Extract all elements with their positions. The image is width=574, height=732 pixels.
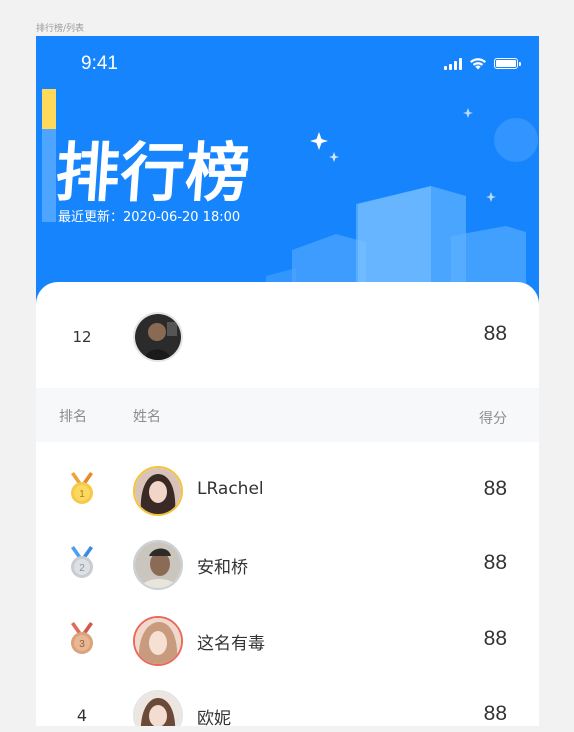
- avatar-image: [135, 542, 181, 588]
- player-score: 88: [483, 477, 507, 500]
- player-name: 安和桥: [197, 558, 248, 578]
- battery-icon: [494, 58, 521, 69]
- phone-screen: 9:41 排行榜 最近更新：2020-06-20 18:00 12 88 排名 …: [36, 36, 539, 726]
- player-name: 欧妮: [197, 709, 231, 726]
- player-score: 88: [483, 551, 507, 574]
- player-name: 这名有毒: [197, 634, 265, 654]
- table-row[interactable]: 2 安和桥 88: [36, 528, 539, 602]
- avatar[interactable]: [133, 690, 183, 726]
- bronze-medal-icon: 3: [71, 622, 93, 654]
- my-avatar[interactable]: [133, 312, 183, 362]
- header-name: 姓名: [133, 409, 161, 425]
- table-row[interactable]: 4 欧妮 88: [36, 676, 539, 726]
- my-score: 88: [483, 322, 507, 345]
- status-time: 9:41: [81, 53, 118, 74]
- avatar[interactable]: [133, 540, 183, 590]
- table-header: 排名 姓名 得分: [36, 388, 539, 442]
- player-score: 88: [483, 627, 507, 650]
- player-score: 88: [483, 702, 507, 725]
- sparkle-icon: [310, 132, 328, 150]
- avatar-image: [135, 468, 181, 514]
- avatar[interactable]: [133, 466, 183, 516]
- svg-text:2: 2: [79, 563, 85, 574]
- table-row[interactable]: 1 LRachel 88: [36, 454, 539, 528]
- header-rank: 排名: [59, 409, 87, 425]
- table-row[interactable]: 3 这名有毒 88: [36, 602, 539, 676]
- silver-medal-icon: 2: [71, 546, 93, 578]
- wifi-icon: [470, 58, 486, 70]
- avatar-image: [135, 314, 181, 360]
- avatar-image: [135, 692, 181, 726]
- svg-text:1: 1: [79, 489, 85, 500]
- cellular-signal-icon: [444, 57, 462, 70]
- header-score: 得分: [479, 411, 507, 427]
- status-icons: [444, 57, 521, 70]
- avatar-image: [135, 618, 181, 664]
- avatar[interactable]: [133, 616, 183, 666]
- player-name: LRachel: [197, 479, 264, 499]
- accent-bar: [42, 89, 56, 129]
- frame-label: 排行榜/列表: [36, 24, 85, 34]
- rank-number: 4: [76, 706, 88, 725]
- my-rank-row[interactable]: 12 88: [36, 282, 539, 388]
- last-updated-text: 最近更新：2020-06-20 18:00: [58, 210, 241, 225]
- svg-text:3: 3: [79, 639, 85, 650]
- my-rank-number: 12: [72, 328, 92, 346]
- page-title: 排行榜: [52, 137, 254, 211]
- leaderboard-card: 12 88 排名 姓名 得分 1 LRachel 88 2 安和桥 88 3 这…: [36, 282, 539, 726]
- gold-medal-icon: 1: [71, 472, 93, 504]
